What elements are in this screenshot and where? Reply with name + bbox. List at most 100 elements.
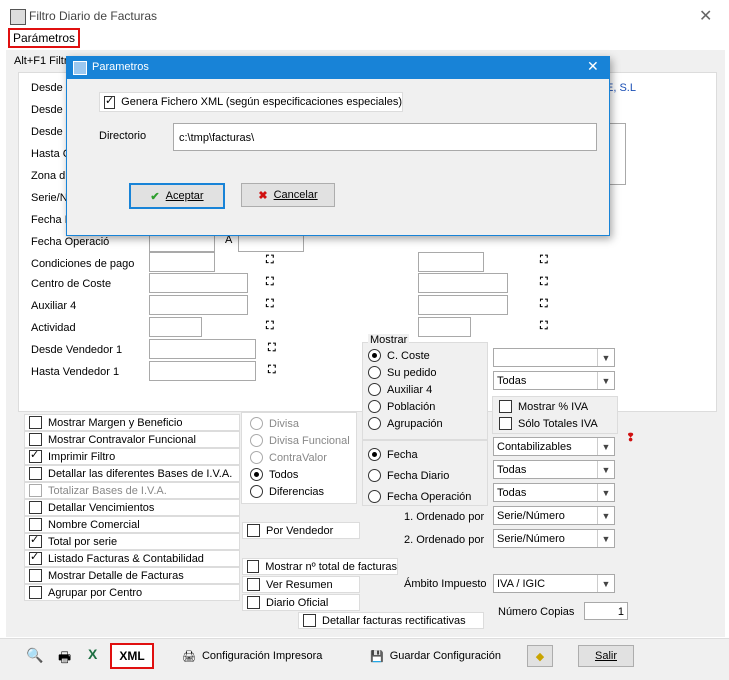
check-margen[interactable]: Mostrar Margen y Beneficio xyxy=(24,414,240,431)
radio-divisa[interactable]: Divisa xyxy=(250,415,350,432)
radio-c-coste[interactable]: C. Coste xyxy=(368,347,443,364)
search-binoculars-icon[interactable]: ⛶ xyxy=(268,364,276,377)
select-contabilizables[interactable]: Contabilizables ▼ xyxy=(493,437,615,456)
checkbox[interactable] xyxy=(29,569,42,582)
checkbox[interactable] xyxy=(29,448,42,463)
check-solo-totales[interactable]: Sólo Totales IVA xyxy=(499,415,598,432)
radio-todos[interactable]: Todos xyxy=(250,466,350,483)
checkbox[interactable] xyxy=(29,467,42,480)
checkbox[interactable] xyxy=(29,501,42,514)
radio-fecha-diario[interactable]: Fecha Diario xyxy=(368,465,471,486)
search-binoculars-icon[interactable]: ⛶ xyxy=(540,276,548,289)
checkbox[interactable] xyxy=(29,484,42,497)
search-binoculars-icon[interactable]: ⛶ xyxy=(266,276,274,289)
desde-vendedor-input[interactable] xyxy=(149,339,256,359)
search-binoculars-icon[interactable]: ⛶ xyxy=(266,298,274,311)
condiciones-pago-input[interactable] xyxy=(149,252,215,272)
close-icon[interactable]: ✕ xyxy=(699,6,712,26)
tab-filtro[interactable]: Alt+F1 Filtro xyxy=(14,55,74,67)
select-orden2[interactable]: Serie/Número ▼ xyxy=(493,529,615,548)
check-agrupar-centro[interactable]: Agrupar por Centro xyxy=(24,584,240,601)
select-todas-2[interactable]: Todas ▼ xyxy=(493,460,615,479)
centro-coste-to[interactable] xyxy=(418,273,508,293)
aceptar-button[interactable]: ✔ Aceptar xyxy=(129,183,225,209)
copias-input[interactable]: 1 xyxy=(584,602,628,620)
menu-parametros[interactable]: Parámetros xyxy=(8,28,81,48)
check-genera-xml[interactable]: Genera Fichero XML (según especificacion… xyxy=(99,92,403,112)
radio-dot[interactable] xyxy=(250,468,263,481)
search-binoculars-icon[interactable]: ⛶ xyxy=(540,254,548,267)
condiciones-pago-to[interactable] xyxy=(418,252,484,272)
check-nombre-comercial[interactable]: Nombre Comercial xyxy=(24,516,240,533)
guardar-config-button[interactable]: 💾 Guardar Configuración xyxy=(370,645,501,667)
search-binoculars-icon[interactable]: ⛶ xyxy=(266,320,274,333)
radio-dot[interactable] xyxy=(250,417,263,430)
check-rectificativas[interactable]: Detallar facturas rectificativas xyxy=(298,612,484,629)
radio-dot[interactable] xyxy=(250,451,263,464)
search-binoculars-icon[interactable]: ⛶ xyxy=(540,298,548,311)
radio-dot[interactable] xyxy=(368,448,381,461)
centro-coste-input[interactable] xyxy=(149,273,248,293)
radio-dot[interactable] xyxy=(250,434,263,447)
checkbox[interactable] xyxy=(247,560,260,573)
checkbox[interactable] xyxy=(247,524,260,537)
checkbox[interactable] xyxy=(499,400,512,413)
radio-contravalor[interactable]: ContraValor xyxy=(250,449,350,466)
xml-button[interactable]: XML xyxy=(110,643,154,669)
radio-su-pedido[interactable]: Su pedido xyxy=(368,364,443,381)
select-todas[interactable]: Todas ▼ xyxy=(493,371,615,390)
hasta-vendedor-input[interactable] xyxy=(149,361,256,381)
preview-icon[interactable]: 🔍 xyxy=(26,647,43,664)
alert-icon[interactable]: ❢ xyxy=(626,431,635,444)
radio-poblacion[interactable]: Población xyxy=(368,398,443,415)
check-vencimientos[interactable]: Detallar Vencimientos xyxy=(24,499,240,516)
check-diario-oficial[interactable]: Diario Oficial xyxy=(242,594,360,611)
radio-fecha[interactable]: Fecha xyxy=(368,444,471,465)
radio-dot[interactable] xyxy=(368,417,381,430)
cancelar-button[interactable]: ✖ Cancelar xyxy=(241,183,335,207)
radio-dot[interactable] xyxy=(368,490,381,503)
eraser-button[interactable]: ◆ xyxy=(527,645,553,667)
search-binoculars-icon[interactable]: ⛶ xyxy=(266,254,274,267)
directorio-input[interactable]: c:\tmp\facturas\ xyxy=(173,123,597,151)
check-bases-iva[interactable]: Detallar las diferentes Bases de I.V.A. xyxy=(24,465,240,482)
check-totalizar-bases[interactable]: Totalizar Bases de I.V.A. xyxy=(24,482,240,499)
radio-divisa-funcional[interactable]: Divisa Funcional xyxy=(250,432,350,449)
checkbox[interactable] xyxy=(29,433,42,446)
dialog-close-icon[interactable]: ✕ xyxy=(587,58,599,75)
radio-fecha-operacion[interactable]: Fecha Operación xyxy=(368,486,471,507)
actividad-to[interactable] xyxy=(418,317,471,337)
check-mostrar-iva[interactable]: Mostrar % IVA xyxy=(499,398,588,415)
check-por-vendedor[interactable]: Por Vendedor xyxy=(242,522,360,539)
search-binoculars-icon[interactable]: ⛶ xyxy=(540,320,548,333)
check-listado-contabilidad[interactable]: Listado Facturas & Contabilidad xyxy=(24,550,240,567)
checkbox[interactable] xyxy=(104,94,116,109)
checkbox[interactable] xyxy=(29,533,42,548)
check-imprimir-filtro[interactable]: Imprimir Filtro xyxy=(24,448,240,465)
radio-dot[interactable] xyxy=(368,383,381,396)
actividad-input[interactable] xyxy=(149,317,202,337)
check-mostrar-total[interactable]: Mostrar nº total de facturas xyxy=(242,558,398,575)
radio-dot[interactable] xyxy=(250,485,263,498)
select-todas-3[interactable]: Todas ▼ xyxy=(493,483,615,502)
select-ambito[interactable]: IVA / IGIC ▼ xyxy=(493,574,615,593)
radio-agrupacion[interactable]: Agrupación xyxy=(368,415,443,432)
select-orden1[interactable]: Serie/Número ▼ xyxy=(493,506,615,525)
print-icon[interactable]: 🖶 xyxy=(58,647,71,671)
checkbox[interactable] xyxy=(247,578,260,591)
checkbox[interactable] xyxy=(29,550,42,565)
checkbox[interactable] xyxy=(29,416,42,429)
checkbox[interactable] xyxy=(29,518,42,531)
auxiliar4-to[interactable] xyxy=(418,295,508,315)
select-blank[interactable]: ▼ xyxy=(493,348,615,367)
radio-dot[interactable] xyxy=(368,469,381,482)
checkbox[interactable] xyxy=(499,417,512,430)
radio-auxiliar4[interactable]: Auxiliar 4 xyxy=(368,381,443,398)
radio-dot[interactable] xyxy=(368,349,381,362)
checkbox[interactable] xyxy=(303,614,316,627)
config-impresora-button[interactable]: 🖨 Configuración Impresora xyxy=(182,645,322,667)
auxiliar4-input[interactable] xyxy=(149,295,248,315)
excel-icon[interactable]: X xyxy=(88,646,97,662)
radio-dot[interactable] xyxy=(368,400,381,413)
radio-diferencias[interactable]: Diferencias xyxy=(250,483,350,500)
